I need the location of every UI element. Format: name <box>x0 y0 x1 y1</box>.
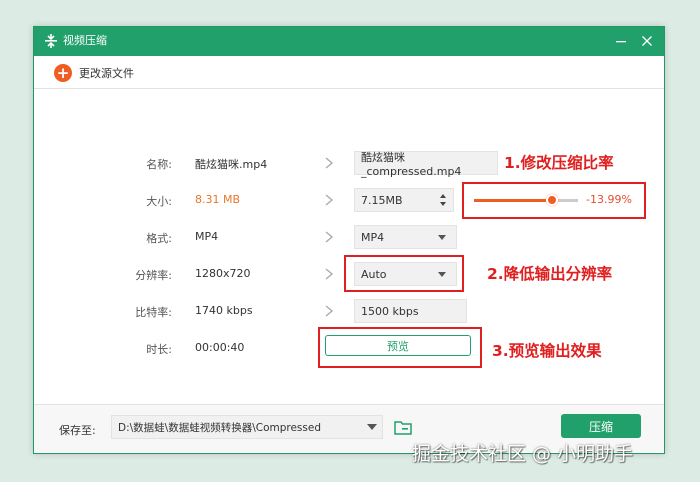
annotation-box-compression <box>462 182 646 219</box>
plus-icon: + <box>54 64 72 82</box>
output-size-value: 7.15MB <box>361 193 403 207</box>
title-bar: 视频压缩 <box>34 27 664 56</box>
close-icon <box>642 36 652 46</box>
spinner-arrows-icon[interactable] <box>439 192 447 208</box>
source-name-value: 酷炫猫咪.mp4 <box>195 158 268 171</box>
output-size-stepper[interactable]: 7.15MB <box>354 188 454 212</box>
chevron-right-icon <box>325 157 334 169</box>
change-source-button[interactable]: + 更改源文件 <box>54 63 134 83</box>
annotation-box-resolution <box>344 255 464 292</box>
output-format-value: MP4 <box>361 230 385 244</box>
save-to-label: 保存至: <box>59 424 96 437</box>
source-bitrate-value: 1740 kbps <box>195 304 253 317</box>
bitrate-label: 比特率: <box>135 306 172 319</box>
source-duration-value: 00:00:40 <box>195 341 245 354</box>
toolbar: + 更改源文件 <box>34 56 664 89</box>
resolution-label: 分辨率: <box>135 269 172 282</box>
output-name-value: 酷炫猫咪_compressed.mp4 <box>361 150 462 178</box>
size-label: 大小: <box>146 195 172 208</box>
format-label: 格式: <box>146 232 172 245</box>
source-size-value: 8.31 MB <box>195 193 241 206</box>
output-path-value: D:\数据蛙\数据蛙视频转换器\Compressed <box>118 421 321 434</box>
chevron-right-icon <box>325 194 334 206</box>
folder-icon <box>394 420 412 435</box>
chevron-right-icon <box>325 268 334 280</box>
caret-down-icon <box>367 424 377 430</box>
output-format-select[interactable]: MP4 <box>354 225 457 249</box>
change-source-label: 更改源文件 <box>79 67 134 80</box>
open-folder-button[interactable] <box>392 416 414 438</box>
chevron-right-icon <box>325 305 334 317</box>
compress-button[interactable]: 压缩 <box>561 414 641 438</box>
compress-icon <box>45 34 57 48</box>
output-bitrate-field[interactable]: 1500 kbps <box>354 299 467 323</box>
path-dropdown-button[interactable] <box>360 415 384 439</box>
output-name-field[interactable]: 酷炫猫咪_compressed.mp4 <box>354 150 498 178</box>
annotation-text-3: 3.预览输出效果 <box>492 342 602 360</box>
close-button[interactable] <box>638 32 656 50</box>
window-title: 视频压缩 <box>63 34 107 47</box>
output-bitrate-value: 1500 kbps <box>361 304 419 318</box>
minimize-button[interactable] <box>612 32 630 50</box>
source-resolution-value: 1280x720 <box>195 267 251 280</box>
minimize-icon <box>616 41 626 43</box>
watermark-text: 掘金技术社区 @ 小明助手 <box>412 443 634 465</box>
source-format-value: MP4 <box>195 230 219 243</box>
annotation-text-1: 1.修改压缩比率 <box>504 154 614 172</box>
chevron-right-icon <box>325 231 334 243</box>
duration-label: 时长: <box>146 343 172 356</box>
annotation-box-preview <box>318 327 482 368</box>
name-label: 名称: <box>146 158 172 171</box>
annotation-text-2: 2.降低输出分辨率 <box>487 265 613 283</box>
chevron-down-icon <box>438 235 446 240</box>
output-path-field[interactable]: D:\数据蛙\数据蛙视频转换器\Compressed <box>111 415 383 439</box>
